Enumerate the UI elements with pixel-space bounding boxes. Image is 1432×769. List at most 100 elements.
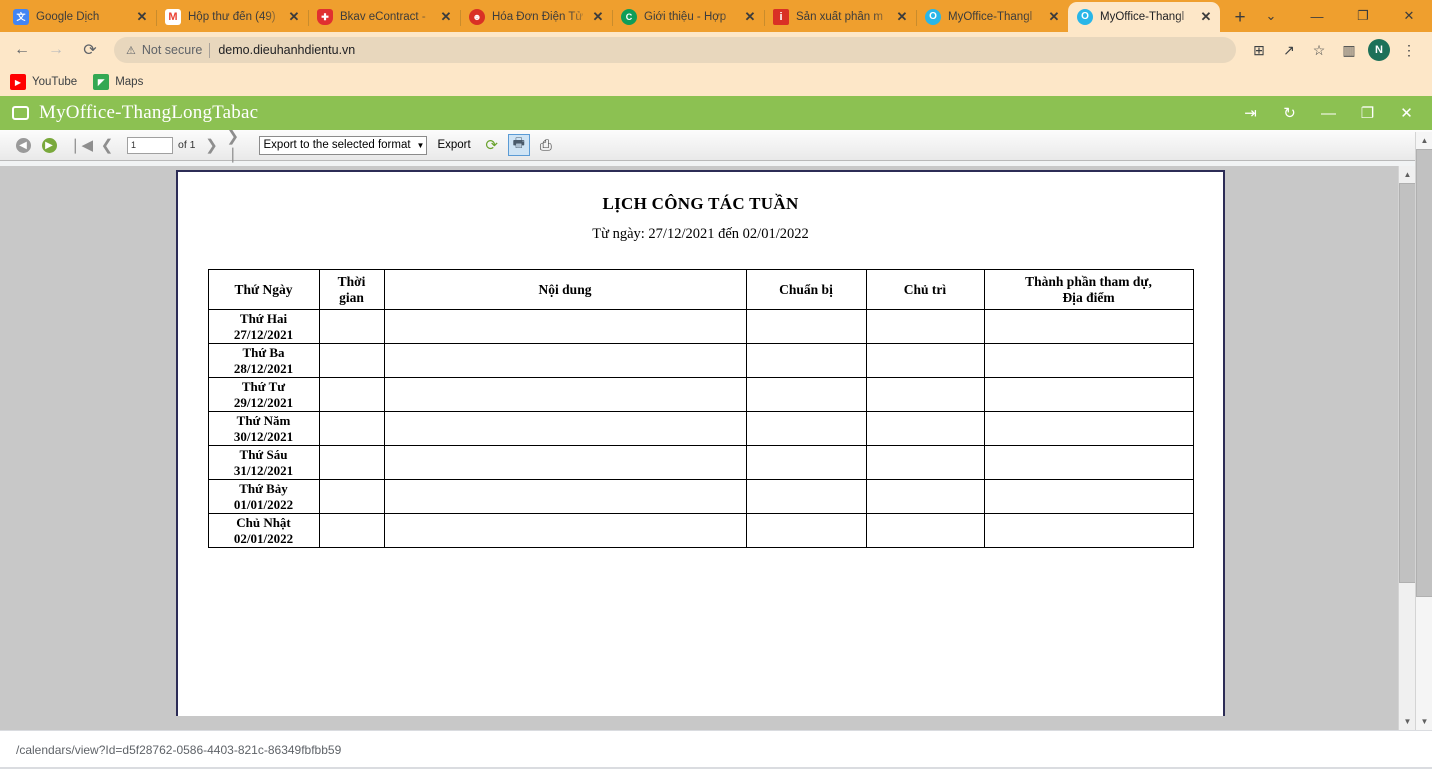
chrome-menu-button[interactable]: ⋮ [1394, 35, 1424, 65]
maximize-button[interactable]: ❐ [1340, 0, 1386, 32]
last-page-button[interactable]: ❯❘ [227, 128, 249, 163]
next-page-button[interactable]: ❯ [201, 134, 223, 156]
browser-vertical-scrollbar[interactable]: ▲ ▼ [1415, 132, 1432, 730]
pin-button[interactable]: ⇥ [1231, 96, 1270, 130]
page-title: LỊCH CÔNG TÁC TUẦN [602, 194, 799, 213]
cell-content [383, 479, 747, 514]
browser-tab-4[interactable]: ☻ Hóa Đơn Điện Tử ✕ [460, 2, 613, 32]
cell-prep [745, 513, 867, 548]
header-line-1: Thời [337, 273, 366, 289]
cell-prep [745, 411, 867, 446]
export-format-select[interactable]: Export to the selected format ▼ [258, 135, 428, 155]
minimize-button[interactable]: — [1309, 96, 1348, 130]
report-page: LỊCH CÔNG TÁC TUẦN Từ ngày: 27/12/2021 đ… [176, 170, 1225, 716]
tab-close-button[interactable]: ✕ [894, 9, 910, 25]
report-back-button[interactable]: ◀ [12, 134, 34, 156]
browser-tab-8-active[interactable]: O MyOffice-Thangl ✕ [1068, 2, 1220, 32]
address-bar[interactable]: ⚠ Not secure demo.dieuhanhdientu.vn [114, 37, 1236, 63]
cell-prep [745, 343, 867, 378]
print-preview-glyph: 🖶 [512, 135, 525, 150]
share-icon[interactable]: ↗ [1274, 35, 1304, 65]
tab-label: Giới thiệu - Hợp [644, 11, 727, 23]
status-bar: /calendars/view?Id=d5f28762-0586-4403-82… [0, 730, 1432, 769]
column-header-time: Thời gian [318, 269, 385, 310]
reload-button[interactable]: ⟳ [76, 36, 104, 64]
prev-page-button[interactable]: ❮ [96, 134, 118, 156]
minimize-button[interactable]: — [1294, 0, 1340, 32]
cell-time [318, 445, 385, 480]
cell-chair [865, 445, 985, 480]
cell-participants [983, 377, 1194, 412]
tab-close-button[interactable]: ✕ [134, 9, 150, 25]
back-arrow-icon: ◀ [15, 137, 31, 153]
day-date: 01/01/2022 [233, 496, 294, 512]
tab-close-button[interactable]: ✕ [1046, 9, 1062, 25]
cell-prep [745, 445, 867, 480]
browser-tab-5[interactable]: C Giới thiệu - Hợp ✕ [612, 2, 765, 32]
tab-search-button[interactable]: ⌄ [1248, 0, 1294, 32]
refresh-icon[interactable]: ⟳ [481, 134, 503, 156]
first-page-button[interactable]: ❘◀ [69, 134, 93, 156]
cell-day: Thứ Bảy 01/01/2022 [207, 479, 320, 514]
forward-button[interactable]: → [42, 36, 70, 64]
page-count-label: of 1 [178, 139, 196, 151]
refresh-glyph: ⟳ [485, 137, 498, 154]
table-row: Thứ Năm 30/12/2021 [207, 411, 1194, 446]
tab-close-button[interactable]: ✕ [590, 9, 606, 25]
bookmark-star-icon[interactable]: ☆ [1304, 35, 1334, 65]
browser-tab-7[interactable]: O MyOffice-Thangl ✕ [916, 2, 1069, 32]
browser-tab-6[interactable]: i Sản xuất phần m ✕ [764, 2, 917, 32]
close-button[interactable]: ✕ [1387, 96, 1426, 130]
report-vertical-scrollbar[interactable]: ▲ ▼ [1398, 166, 1416, 730]
day-date: 29/12/2021 [233, 394, 294, 410]
cell-time [318, 309, 385, 344]
cell-day: Thứ Hai 27/12/2021 [207, 309, 320, 344]
cell-chair [865, 411, 985, 446]
close-window-button[interactable]: ✕ [1386, 0, 1432, 32]
scroll-up-button[interactable]: ▲ [1399, 166, 1416, 183]
browser-window: 文 Google Dịch ✕ M Hộp thư đến (49) ✕ ✚ B… [0, 0, 1432, 769]
cell-prep [745, 309, 867, 344]
cell-participants [983, 309, 1194, 344]
day-date: 28/12/2021 [233, 360, 294, 376]
tab-close-button[interactable]: ✕ [1198, 9, 1214, 25]
tab-close-button[interactable]: ✕ [742, 9, 758, 25]
page-number-input[interactable]: 1 [127, 136, 173, 154]
scroll-up-button[interactable]: ▲ [1416, 132, 1432, 149]
browser-tab-3[interactable]: ✚ Bkav eContract - ✕ [308, 2, 461, 32]
restore-button[interactable]: ❐ [1348, 96, 1387, 130]
refresh-button[interactable]: ↻ [1270, 96, 1309, 130]
status-bar-url: /calendars/view?Id=d5f28762-0586-4403-82… [16, 743, 342, 757]
printer-icon[interactable]: ⎙ [535, 134, 557, 156]
browser-tab-1[interactable]: 文 Google Dịch ✕ [4, 2, 157, 32]
tab-label: Hóa Đơn Điện Tử [492, 11, 584, 23]
scroll-thumb[interactable] [1399, 183, 1416, 583]
column-header-content: Nội dung [383, 269, 747, 310]
tab-close-button[interactable]: ✕ [286, 9, 302, 25]
security-status-label: Not secure [141, 43, 203, 57]
translate-icon[interactable]: ⊞ [1244, 35, 1274, 65]
bookmark-youtube[interactable]: ▶ YouTube [10, 74, 77, 90]
scroll-down-button[interactable]: ▼ [1399, 713, 1416, 730]
scroll-down-button[interactable]: ▼ [1416, 713, 1432, 730]
day-name: Thứ Năm [236, 413, 291, 429]
warning-triangle-icon: ⚠ [126, 44, 136, 57]
youtube-icon: ▶ [10, 74, 26, 90]
back-button[interactable]: ← [8, 36, 36, 64]
scroll-thumb[interactable] [1416, 149, 1432, 597]
day-name: Thứ Ba [242, 345, 285, 361]
table-header-row: Thứ Ngày Thời gian Nội dung Chuẩn bị Chủ… [207, 269, 1194, 310]
cell-day: Thứ Năm 30/12/2021 [207, 411, 320, 446]
side-panel-icon[interactable]: ▥ [1334, 35, 1364, 65]
day-date: 30/12/2021 [233, 428, 294, 444]
bookmark-maps[interactable]: ◤ Maps [93, 74, 143, 90]
profile-avatar[interactable]: N [1364, 35, 1394, 65]
print-preview-icon[interactable]: 🖶 [507, 134, 530, 156]
app-window-controls: ⇥ ↻ — ❐ ✕ [1231, 96, 1426, 130]
browser-tab-2[interactable]: M Hộp thư đến (49) ✕ [156, 2, 309, 32]
day-date: 02/01/2022 [233, 530, 294, 546]
export-link[interactable]: Export [437, 139, 470, 151]
report-forward-button[interactable]: ▶ [38, 134, 60, 156]
tab-close-button[interactable]: ✕ [438, 9, 454, 25]
bkav-shield-icon: ✚ [317, 9, 333, 25]
